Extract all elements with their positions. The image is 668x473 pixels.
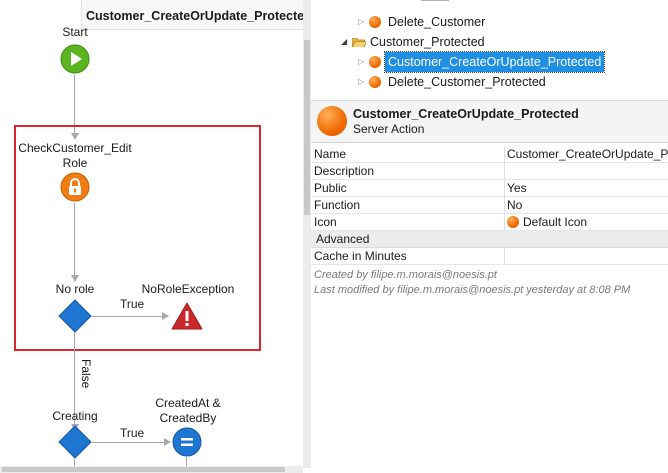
property-value-function[interactable]: No: [507, 198, 522, 212]
divider: [504, 197, 505, 214]
property-row-description[interactable]: Description: [311, 163, 668, 180]
tree-item-customer-protected[interactable]: ◢ Customer_Protected: [311, 32, 668, 52]
property-row-cache[interactable]: Cache in Minutes: [311, 248, 668, 265]
metadata-info: Created by filipe.m.morais@noesis.pt Las…: [314, 268, 630, 298]
property-row-icon[interactable]: Icon Default Icon: [311, 214, 668, 231]
property-value-name[interactable]: Customer_CreateOrUpdate_Pro: [507, 147, 668, 161]
properties-header: Customer_CreateOrUpdate_Protected Server…: [311, 100, 668, 143]
default-icon: [507, 216, 519, 228]
icon-value-label: Default Icon: [523, 215, 588, 229]
expand-arrow-icon[interactable]: ▷: [358, 52, 364, 72]
connector-check-norole: [74, 203, 75, 277]
collapse-arrow-icon[interactable]: ◢: [341, 32, 347, 52]
connector-arrow: [71, 275, 79, 282]
warning-icon: [171, 302, 203, 330]
assign-label: CreatedAt & CreatedBy: [148, 396, 228, 426]
property-key: Public: [314, 181, 347, 195]
tree-item-label: Delete_Customer: [388, 15, 486, 29]
canvas-horizontal-scrollbar[interactable]: [0, 466, 303, 473]
modified-by-text: Last modified by filipe.m.morais@noesis.…: [314, 284, 631, 296]
divider: [504, 146, 505, 163]
property-key: Description: [314, 164, 375, 178]
expand-arrow-icon[interactable]: ▷: [358, 72, 364, 92]
check-role-label-line1: CheckCustomer_Edit: [18, 141, 132, 155]
property-value-public[interactable]: Yes: [507, 181, 527, 195]
server-action-icon: [369, 56, 381, 68]
creating-decision[interactable]: [58, 425, 92, 459]
property-key: Name: [314, 147, 347, 161]
divider: [504, 163, 505, 180]
property-row-name[interactable]: Name Customer_CreateOrUpdate_Pro: [311, 146, 668, 163]
scrollbar-thumb[interactable]: [2, 467, 285, 472]
creating-label: Creating: [52, 409, 98, 423]
connector-arrow: [162, 312, 169, 320]
server-action-icon: [369, 76, 381, 88]
tree-partial-row: [421, 0, 449, 1]
property-value-icon[interactable]: Default Icon: [507, 215, 587, 229]
exception-label: NoRoleException: [141, 282, 235, 296]
tree-item-delete-customer[interactable]: ▷ Delete_Customer: [311, 12, 668, 32]
start-label: Start: [62, 25, 88, 39]
start-node[interactable]: [60, 44, 90, 74]
property-row-public[interactable]: Public Yes: [311, 180, 668, 197]
tree-item-delete-customer-protected[interactable]: ▷ Delete_Customer_Protected: [311, 72, 668, 92]
edge-label-true-2: True: [120, 426, 145, 440]
properties-grid: Name Customer_CreateOrUpdate_Pro Descrip…: [311, 146, 668, 265]
connector-arrow: [164, 438, 171, 446]
no-role-decision[interactable]: [58, 299, 92, 333]
property-key: Cache in Minutes: [314, 249, 407, 263]
property-key: Function: [314, 198, 361, 212]
tree-item-customer-createorupdate-protected[interactable]: ▷ Customer_CreateOrUpdate_Protected: [311, 51, 668, 73]
assign-node[interactable]: [172, 427, 202, 457]
check-role-label-line2: Role: [62, 156, 88, 170]
section-label: Advanced: [316, 232, 370, 246]
expand-arrow-icon[interactable]: ▷: [358, 12, 364, 32]
scrollbar-thumb[interactable]: [304, 40, 310, 215]
property-key: Icon: [314, 215, 337, 229]
server-action-icon: [369, 16, 381, 28]
exception-node[interactable]: [171, 301, 203, 331]
canvas-title: Customer_CreateOrUpdate_Protected: [81, 0, 303, 30]
check-role-node[interactable]: [60, 172, 90, 202]
element-tree: ▷ Delete_Customer ◢ Customer_Protected ▷…: [311, 0, 668, 100]
assign-label-line1: CreatedAt &: [155, 396, 221, 410]
properties-subtitle: Server Action: [353, 122, 425, 136]
connector-true: [92, 316, 164, 317]
assign-label-line2: CreatedBy: [159, 411, 217, 425]
check-role-label: CheckCustomer_Edit Role: [18, 141, 132, 171]
server-action-icon: [317, 106, 347, 136]
divider: [504, 180, 505, 197]
diamond-icon: [58, 425, 92, 459]
divider: [504, 214, 505, 231]
edge-label-false: False: [79, 359, 93, 389]
no-role-label: No role: [55, 282, 95, 296]
flow-canvas[interactable]: Customer_CreateOrUpdate_Protected Start …: [0, 0, 303, 468]
tree-item-label: Delete_Customer_Protected: [388, 75, 546, 89]
edge-label-true: True: [120, 297, 145, 311]
property-row-function[interactable]: Function No: [311, 197, 668, 214]
created-by-text: Created by filipe.m.morais@noesis.pt: [314, 269, 497, 281]
section-advanced[interactable]: Advanced: [311, 231, 668, 248]
connector-true-2: [92, 442, 166, 443]
tree-item-label: Customer_CreateOrUpdate_Protected: [383, 51, 606, 73]
properties-title: Customer_CreateOrUpdate_Protected: [353, 107, 579, 121]
folder-open-icon: [352, 38, 366, 47]
diamond-icon: [58, 299, 92, 333]
tree-item-label: Customer_Protected: [370, 35, 485, 49]
canvas-vertical-scrollbar[interactable]: [303, 0, 311, 468]
divider: [504, 248, 505, 265]
app-window: Customer_CreateOrUpdate_Protected Start …: [0, 0, 668, 473]
